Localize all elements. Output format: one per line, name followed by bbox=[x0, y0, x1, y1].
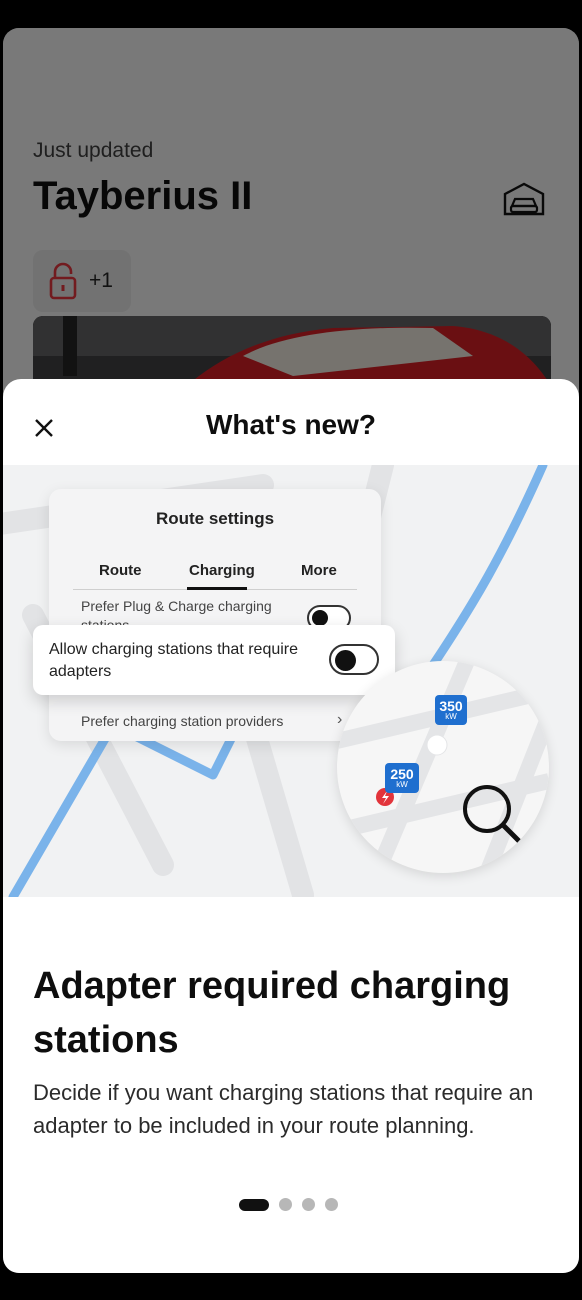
screen: Just updated Tayberius II +1 What's new?… bbox=[0, 0, 582, 1300]
charger-pin-350: 350 kW bbox=[435, 695, 467, 725]
adapter-setting-label: Allow charging stations that require ada… bbox=[49, 641, 299, 680]
tab-route: Route bbox=[99, 562, 142, 579]
page-dot-4[interactable] bbox=[325, 1198, 338, 1211]
feature-illustration: Route settings Route Charging More Prefe… bbox=[3, 465, 579, 897]
page-dot-2[interactable] bbox=[279, 1198, 292, 1211]
charger-pin-250: 250 kW bbox=[385, 763, 419, 793]
provider-preference-label: Prefer charging station providers bbox=[81, 713, 284, 729]
tab-more: More bbox=[301, 562, 337, 579]
page-dot-3[interactable] bbox=[302, 1198, 315, 1211]
feature-headline: Adapter required charging stations bbox=[33, 965, 511, 1061]
feature-description: Decide if you want charging stations tha… bbox=[33, 1080, 534, 1138]
whats-new-sheet: What's new? Route settings Route Chargin… bbox=[3, 379, 579, 1273]
route-settings-title: Route settings bbox=[155, 509, 275, 528]
map-zoom-circle: 350 kW 250 kW bbox=[337, 661, 549, 873]
page-dot-1[interactable] bbox=[239, 1198, 269, 1211]
sheet-title: What's new? bbox=[206, 409, 376, 440]
tab-charging: Charging bbox=[189, 562, 255, 579]
page-indicator[interactable] bbox=[239, 1198, 338, 1211]
selected-tab-indicator bbox=[187, 587, 247, 590]
route-settings-panel: Route settings Route Charging More Prefe… bbox=[49, 489, 381, 741]
